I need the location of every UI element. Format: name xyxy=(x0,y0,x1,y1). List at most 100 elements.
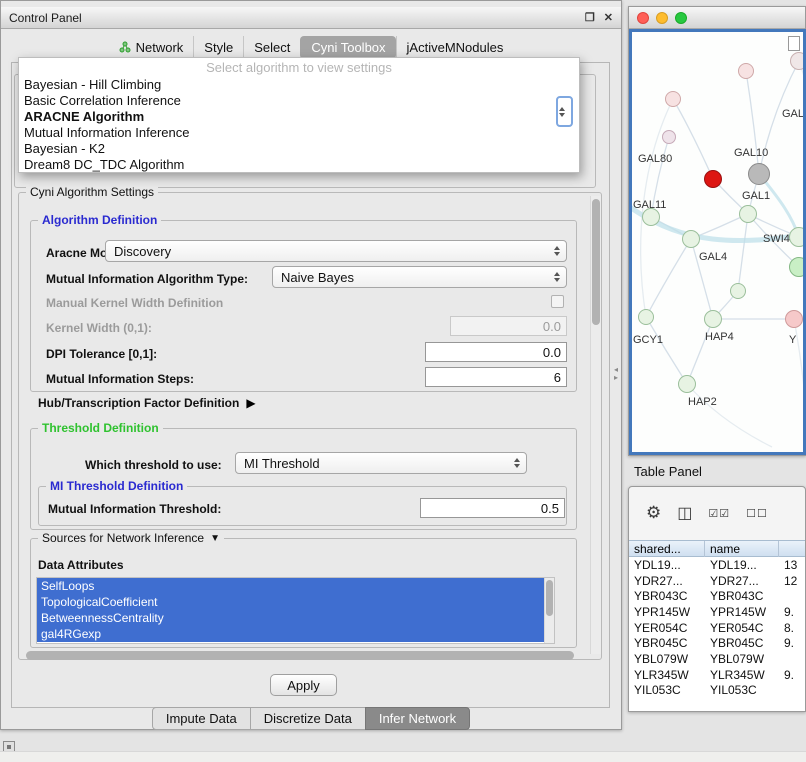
dropdown-item[interactable]: Mutual Information Inference xyxy=(19,125,579,141)
graph-node-gal10-selected[interactable] xyxy=(704,170,722,188)
dropdown-item[interactable]: Dream8 DC_TDC Algorithm xyxy=(19,157,579,173)
table-panel-title: Table Panel xyxy=(634,464,702,479)
graph-node-gcy1[interactable] xyxy=(638,309,654,325)
graph-node-gal80[interactable] xyxy=(662,130,676,144)
which-threshold-combobox[interactable]: MI Threshold xyxy=(235,452,527,474)
gear-icon[interactable]: ⚙ xyxy=(646,503,661,523)
dropdown-item[interactable]: Basic Correlation Inference xyxy=(19,93,579,109)
data-attributes-label: Data Attributes xyxy=(38,558,124,572)
graph-node-bright-green[interactable] xyxy=(789,257,806,277)
algorithm-combobox-fragment[interactable] xyxy=(556,96,573,127)
cell-extra: 9. xyxy=(779,636,805,650)
hub-definition-section[interactable]: Hub/Transcription Factor Definition ▶ xyxy=(38,396,256,410)
manual-kernel-checkbox[interactable] xyxy=(551,295,564,308)
table-row[interactable]: YBR043CYBR043C xyxy=(629,588,805,604)
mi-type-value: Naive Bayes xyxy=(281,270,354,285)
hub-definition-label: Hub/Transcription Factor Definition xyxy=(38,396,239,410)
mi-threshold-field[interactable] xyxy=(420,498,565,518)
graph-node-swi4[interactable] xyxy=(789,227,806,247)
tab-cyni-toolbox[interactable]: Cyni Toolbox xyxy=(300,36,395,59)
cell-name: YBR043C xyxy=(705,589,779,603)
attribute-item-selected[interactable]: SelfLoops xyxy=(37,578,544,594)
sources-collapse-icon[interactable]: ▼ xyxy=(210,533,220,544)
node-label: GAL4 xyxy=(699,251,727,263)
cell-shared: YER054C xyxy=(629,621,705,635)
cell-name: YDL19... xyxy=(705,558,779,572)
mi-type-combobox[interactable]: Naive Bayes xyxy=(272,266,567,288)
check-icon: ☑ xyxy=(708,508,719,520)
tab-style[interactable]: Style xyxy=(193,36,243,59)
graph-node-gal4[interactable] xyxy=(682,230,700,248)
cell-name: YDR27... xyxy=(705,574,779,588)
desktop: Control Panel ❐ ✕ Network Style Select C… xyxy=(0,0,806,762)
cell-name: YIL053C xyxy=(705,683,779,697)
mi-type-label: Mutual Information Algorithm Type: xyxy=(46,272,248,286)
table-row[interactable]: YDL19...YDL19...13 xyxy=(629,557,805,573)
node-label: GAL80 xyxy=(638,153,672,165)
node-label: GAL11 xyxy=(633,199,666,211)
node-label: Y xyxy=(789,334,796,346)
network-window-titlebar[interactable] xyxy=(629,7,805,29)
kernel-width-field[interactable] xyxy=(450,316,567,336)
zoom-traffic-light[interactable] xyxy=(675,12,687,24)
network-navigator-box[interactable] xyxy=(788,36,800,51)
apply-button[interactable]: Apply xyxy=(270,674,337,696)
graph-node[interactable] xyxy=(730,283,746,299)
minimize-traffic-light[interactable] xyxy=(656,12,668,24)
dropdown-item[interactable]: Bayesian - Hill Climbing xyxy=(19,77,579,93)
network-canvas[interactable]: GAL80 GAL10 GAL11 GAL1 SWI4 GAL4 GCY1 HA… xyxy=(629,29,806,455)
table-row[interactable]: YIL053CYIL053C xyxy=(629,683,805,699)
table-row[interactable]: YDR27...YDR27...12 xyxy=(629,573,805,589)
table-row[interactable]: YER054CYER054C8. xyxy=(629,620,805,636)
graph-node-pink[interactable] xyxy=(785,310,803,328)
splitter-right-icon[interactable]: ▸ xyxy=(614,374,618,382)
algorithm-definition-title: Algorithm Definition xyxy=(38,213,161,227)
control-panel-titlebar[interactable]: Control Panel ❐ ✕ xyxy=(1,7,621,29)
graph-node-gray[interactable] xyxy=(748,163,770,185)
which-threshold-label: Which threshold to use: xyxy=(85,458,222,472)
aracne-mode-combobox[interactable]: Discovery xyxy=(105,240,567,262)
sources-group-title-row[interactable]: Sources for Network Inference ▼ xyxy=(38,531,224,545)
graph-node-gal1[interactable] xyxy=(739,205,757,223)
select-all-icon[interactable]: ☑☑ xyxy=(708,507,730,520)
attribute-list-scrollbar-thumb[interactable] xyxy=(546,580,553,616)
combo-stepper-icon xyxy=(554,246,560,256)
deselect-all-icon[interactable]: ☐☐ xyxy=(746,507,768,520)
attribute-item-selected[interactable]: gal4RGexp xyxy=(37,626,544,642)
columns-icon[interactable]: ◫ xyxy=(677,503,692,523)
node-label: HAP2 xyxy=(688,396,717,408)
mi-steps-field[interactable] xyxy=(425,367,567,387)
graph-node[interactable] xyxy=(738,63,754,79)
tab-infer-network[interactable]: Infer Network xyxy=(365,707,470,730)
dropdown-item-selected[interactable]: ARACNE Algorithm xyxy=(19,109,579,125)
panel-splitter[interactable]: ◂ ▸ xyxy=(614,366,618,382)
table-row[interactable]: YLR345WYLR345W9. xyxy=(629,667,805,683)
bottom-strip xyxy=(0,751,806,762)
attribute-item-selected[interactable]: BetweennessCentrality xyxy=(37,610,544,626)
graph-node[interactable] xyxy=(665,91,681,107)
combo-stepper-icon xyxy=(514,458,520,468)
close-traffic-light[interactable] xyxy=(637,12,649,24)
float-icon[interactable]: ❐ xyxy=(585,11,595,24)
graph-node-hap2[interactable] xyxy=(678,375,696,393)
column-header-shared[interactable]: shared... xyxy=(629,541,705,557)
tab-discretize-data[interactable]: Discretize Data xyxy=(250,707,366,730)
graph-node-gal[interactable] xyxy=(790,52,806,70)
tab-impute-data[interactable]: Impute Data xyxy=(152,707,251,730)
tab-select[interactable]: Select xyxy=(243,36,300,59)
dropdown-item[interactable]: Bayesian - K2 xyxy=(19,141,579,157)
settings-hscrollbar-thumb[interactable] xyxy=(26,651,574,660)
close-icon[interactable]: ✕ xyxy=(604,11,613,24)
graph-node-hap4[interactable] xyxy=(704,310,722,328)
hub-expand-icon[interactable]: ▶ xyxy=(246,396,255,410)
column-header-name[interactable]: name xyxy=(705,541,779,557)
tab-network[interactable]: Network xyxy=(109,36,194,59)
tab-jactivemnodules[interactable]: jActiveMNodules xyxy=(396,36,514,59)
table-row[interactable]: YPR145WYPR145W9. xyxy=(629,604,805,620)
column-header-extra[interactable] xyxy=(779,541,805,557)
dpi-tolerance-field[interactable] xyxy=(425,342,567,362)
settings-scrollbar-thumb[interactable] xyxy=(592,199,600,325)
table-row[interactable]: YBR045CYBR045C9. xyxy=(629,635,805,651)
attribute-item-selected[interactable]: TopologicalCoefficient xyxy=(37,594,544,610)
table-row[interactable]: YBL079WYBL079W xyxy=(629,651,805,667)
